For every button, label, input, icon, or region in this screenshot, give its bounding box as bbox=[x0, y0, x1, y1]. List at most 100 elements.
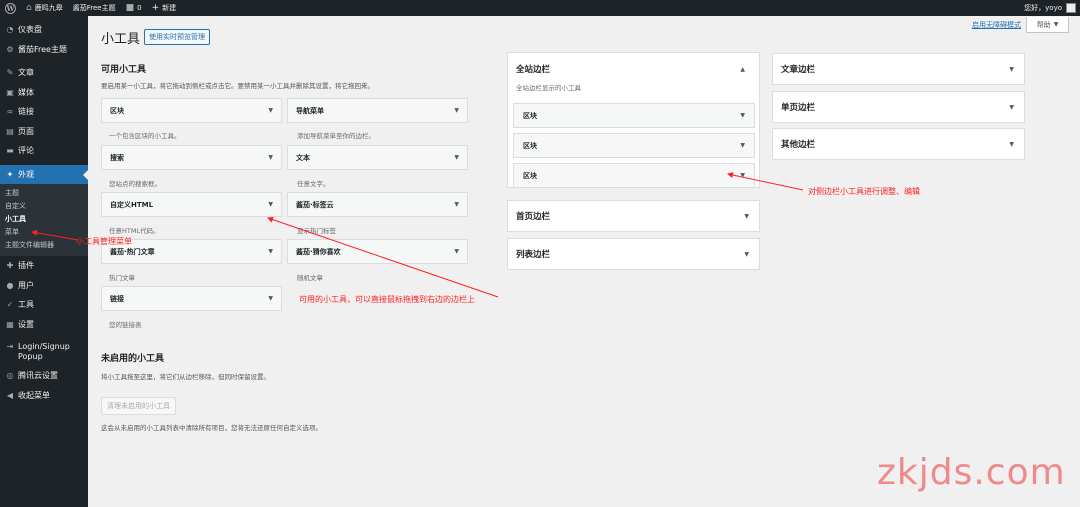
new-content-menu[interactable]: + 新建 bbox=[147, 0, 182, 16]
widget-links-desc: 您的链接表 bbox=[109, 321, 142, 329]
pin-icon: ✎ bbox=[6, 68, 14, 78]
sidebar-item-appearance[interactable]: ✦ 外观 bbox=[0, 164, 88, 184]
live-preview-button[interactable]: 使用实时预览管理 bbox=[144, 29, 210, 45]
chevron-down-icon: ▼ bbox=[744, 250, 749, 258]
widget-links[interactable]: 链接 ▼ bbox=[101, 286, 282, 311]
chevron-down-icon: ▼ bbox=[454, 201, 459, 208]
wrench-icon: ✓ bbox=[6, 300, 14, 310]
sidebar-area-header[interactable]: 全站边栏 ▲ bbox=[508, 53, 759, 85]
widget-guess-like[interactable]: 酱茄·猜你喜欢 ▼ bbox=[287, 239, 468, 264]
chevron-down-icon: ▼ bbox=[740, 112, 745, 119]
sidebar-item-dashboard[interactable]: ◔ 仪表盘 bbox=[0, 20, 88, 40]
widget-block-desc: 一个包含区块的小工具。 bbox=[109, 132, 181, 140]
sidebar-item-users[interactable]: ● 用户 bbox=[0, 276, 88, 296]
sidebar-widget-block-1[interactable]: 区块 ▼ bbox=[513, 103, 755, 128]
sidebar-area-article[interactable]: 文章边栏 ▼ bbox=[772, 53, 1025, 85]
sidebar-item-comments[interactable]: ▬ 评论 bbox=[0, 141, 88, 161]
accessibility-mode-link[interactable]: 启用无障碍模式 bbox=[972, 20, 1021, 30]
sidebar-item-login-popup[interactable]: ⇥ Login/Signup Popup bbox=[0, 338, 88, 366]
sidebar-area-home[interactable]: 首页边栏 ▼ bbox=[507, 200, 760, 232]
chevron-down-icon: ▼ bbox=[1053, 21, 1059, 28]
account-menu[interactable]: 您好，yoyo bbox=[1024, 0, 1076, 16]
submenu-item-customize[interactable]: 自定义 bbox=[0, 200, 88, 213]
comments-menu[interactable]: ■ 0 bbox=[121, 0, 147, 16]
chevron-down-icon: ▼ bbox=[740, 142, 745, 149]
comment-icon: ■ bbox=[125, 3, 135, 13]
widget-nav-menu[interactable]: 导航菜单 ▼ bbox=[287, 98, 468, 123]
annotation-drag-widgets: 可用的小工具，可以直接鼠标拖拽到右边的边栏上 bbox=[299, 295, 475, 304]
cloud-icon: ◎ bbox=[6, 371, 14, 381]
widget-hot-posts-desc: 热门文章 bbox=[109, 274, 135, 282]
help-button[interactable]: 帮助 ▼ bbox=[1026, 17, 1069, 33]
admin-bar: W ⌂ 鹿鸣九皋 酱茄Free主题 ■ 0 + 新建 您好，yoyo bbox=[0, 0, 1080, 16]
sidebar-item-links[interactable]: ∞ 链接 bbox=[0, 102, 88, 122]
link-icon: ∞ bbox=[6, 107, 14, 117]
widget-search[interactable]: 搜索 ▼ bbox=[101, 145, 282, 170]
page-icon: ▤ bbox=[6, 126, 14, 136]
plugin-icon: ✚ bbox=[6, 261, 14, 271]
available-widgets-desc: 要启用某一小工具，将它拖动到侧栏或点击它。要禁用某一小工具并删除其设置，将它拖回… bbox=[101, 82, 374, 90]
chevron-down-icon: ▼ bbox=[1009, 65, 1014, 73]
submenu-item-menus[interactable]: 菜单 bbox=[0, 226, 88, 239]
appearance-submenu: 主题 自定义 小工具 菜单 主题文件编辑器 bbox=[0, 184, 88, 256]
home-icon: ⌂ bbox=[26, 3, 32, 13]
chevron-down-icon: ▼ bbox=[1009, 140, 1014, 148]
sidebar-area-desc: 全站边栏显示的小工具 bbox=[516, 84, 581, 92]
page-title: 小工具 bbox=[101, 32, 141, 47]
sidebar-widget-block-2[interactable]: 区块 ▼ bbox=[513, 133, 755, 158]
sidebar-item-collapse[interactable]: ◀ 收起菜单 bbox=[0, 386, 88, 406]
submenu-item-themes[interactable]: 主题 bbox=[0, 187, 88, 200]
collapse-icon: ◀ bbox=[6, 390, 14, 400]
chevron-down-icon: ▼ bbox=[268, 107, 273, 114]
chevron-down-icon: ▼ bbox=[454, 107, 459, 114]
watermark: zkjds.com bbox=[877, 452, 1066, 493]
sidebar-item-settings[interactable]: ▦ 设置 bbox=[0, 315, 88, 335]
comment-icon: ▬ bbox=[6, 146, 14, 156]
clear-inactive-button[interactable]: 清理未启用的小工具 bbox=[101, 397, 176, 415]
sidebar-area-single-page[interactable]: 单页边栏 ▼ bbox=[772, 91, 1025, 123]
gear-icon: ⚙ bbox=[6, 44, 14, 54]
sidebar-item-cloud[interactable]: ◎ 腾讯云设置 bbox=[0, 366, 88, 386]
widget-custom-html-desc: 任意HTML代码。 bbox=[109, 227, 160, 235]
login-icon: ⇥ bbox=[6, 342, 14, 351]
chevron-down-icon: ▼ bbox=[268, 201, 273, 208]
sidebar-item-tools[interactable]: ✓ 工具 bbox=[0, 295, 88, 315]
sidebar-area-other[interactable]: 其他边栏 ▼ bbox=[772, 128, 1025, 160]
sidebar-item-pages[interactable]: ▤ 页面 bbox=[0, 122, 88, 142]
settings-icon: ▦ bbox=[6, 319, 14, 329]
chevron-down-icon: ▼ bbox=[744, 212, 749, 220]
widget-tag-cloud-desc: 显示热门标签 bbox=[297, 227, 336, 235]
chevron-down-icon: ▼ bbox=[1009, 103, 1014, 111]
sidebar-item-posts[interactable]: ✎ 文章 bbox=[0, 63, 88, 83]
avatar bbox=[1066, 3, 1076, 13]
available-widgets-title: 可用小工具 bbox=[101, 65, 147, 75]
sidebar-area-full-site: 全站边栏 ▲ 全站边栏显示的小工具 区块 ▼ 区块 ▼ 区块 ▼ bbox=[507, 52, 760, 188]
chevron-up-icon: ▲ bbox=[740, 65, 745, 73]
sidebar-item-plugins[interactable]: ✚ 插件 bbox=[0, 256, 88, 276]
chevron-down-icon: ▼ bbox=[268, 154, 273, 161]
chevron-down-icon: ▼ bbox=[454, 248, 459, 255]
submenu-item-widgets[interactable]: 小工具 bbox=[0, 213, 88, 226]
sidebar-area-list[interactable]: 列表边栏 ▼ bbox=[507, 238, 760, 270]
sidebar-item-theme[interactable]: ⚙ 酱茄Free主题 bbox=[0, 40, 88, 60]
wp-logo-menu[interactable]: W bbox=[0, 0, 21, 16]
sidebar-widget-block-3[interactable]: 区块 ▼ bbox=[513, 163, 755, 188]
admin-sidebar: ◔ 仪表盘 ⚙ 酱茄Free主题 ✎ 文章 ▣ 媒体 ∞ 链接 ▤ 页面 ▬ 评论 ✦ 外观 主… bbox=[0, 16, 88, 507]
inactive-widgets-note: 这会从未启用的小工具列表中清除所有项目，您将无法还原任何自定义选项。 bbox=[101, 424, 322, 432]
widget-custom-html[interactable]: 自定义HTML ▼ bbox=[101, 192, 282, 217]
widget-nav-menu-desc: 添加导航菜单至你的边栏。 bbox=[297, 132, 375, 140]
widget-tag-cloud[interactable]: 酱茄·标签云 ▼ bbox=[287, 192, 468, 217]
theme-menu[interactable]: 酱茄Free主题 bbox=[68, 0, 121, 16]
site-name-menu[interactable]: ⌂ 鹿鸣九皋 bbox=[21, 0, 68, 16]
submenu-item-theme-editor[interactable]: 主题文件编辑器 bbox=[0, 239, 88, 252]
widget-search-desc: 您站点的搜索框。 bbox=[109, 180, 161, 188]
widget-block[interactable]: 区块 ▼ bbox=[101, 98, 282, 123]
widget-text-desc: 任意文字。 bbox=[297, 180, 330, 188]
chevron-down-icon: ▼ bbox=[268, 295, 273, 302]
inactive-widgets-desc: 将小工具拖至这里，将它们从边栏移除，但同时保留设置。 bbox=[101, 373, 270, 381]
sidebar-item-media[interactable]: ▣ 媒体 bbox=[0, 83, 88, 103]
media-icon: ▣ bbox=[6, 87, 14, 97]
dashboard-icon: ◔ bbox=[6, 25, 14, 35]
widget-text[interactable]: 文本 ▼ bbox=[287, 145, 468, 170]
user-icon: ● bbox=[6, 280, 14, 290]
